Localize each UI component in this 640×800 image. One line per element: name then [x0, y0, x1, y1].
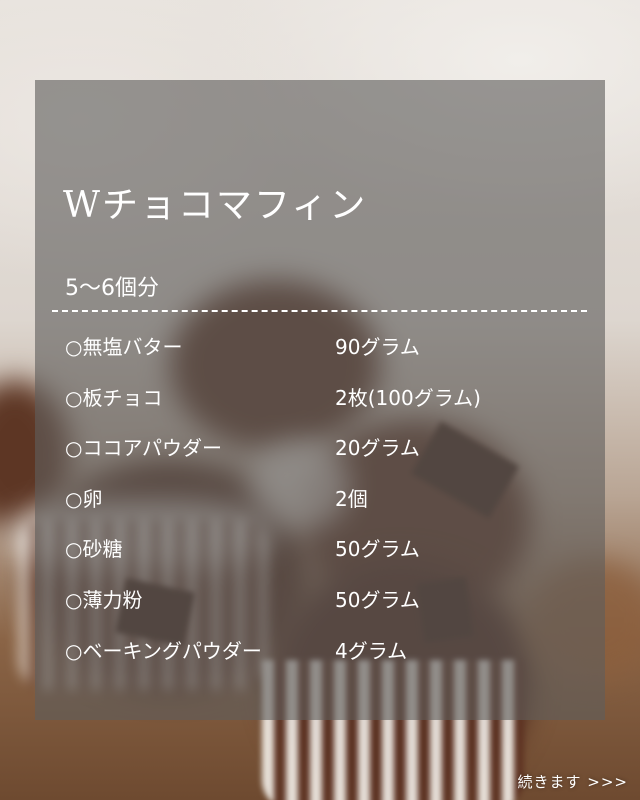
ingredient-name: ○卵 [65, 486, 103, 511]
ingredient-name: ○ココアパウダー [65, 436, 223, 461]
ingredient-name: ○砂糖 [65, 537, 123, 562]
ingredient-amount: 50グラム [335, 587, 420, 612]
ingredient-row: ○板チョコ 2枚(100グラム) [65, 382, 585, 433]
ingredient-amount: 4グラム [335, 638, 408, 663]
continue-next-page-link[interactable]: 続きます >>> [518, 771, 628, 792]
ingredient-row: ○ベーキングパウダー 4グラム [65, 635, 585, 686]
recipe-card: Wチョコマフィン 5〜6個分 ○無塩バター 90グラム ○板チョコ 2枚(100… [35, 80, 605, 720]
ingredient-amount: 2個 [335, 486, 368, 511]
ingredient-amount: 2枚(100グラム) [335, 385, 481, 410]
ingredient-row: ○無塩バター 90グラム [65, 331, 585, 382]
dashed-divider [52, 310, 587, 312]
servings-label: 5〜6個分 [65, 276, 159, 301]
ingredient-row: ○卵 2個 [65, 483, 585, 534]
ingredient-amount: 50グラム [335, 537, 420, 562]
ingredient-list: ○無塩バター 90グラム ○板チョコ 2枚(100グラム) ○ココアパウダー 2… [65, 331, 585, 685]
ingredient-name: ○薄力粉 [65, 587, 143, 612]
ingredient-row: ○砂糖 50グラム [65, 533, 585, 584]
ingredient-amount: 20グラム [335, 436, 420, 461]
ingredient-name: ○無塩バター [65, 335, 183, 359]
ingredient-name: ○板チョコ [65, 385, 163, 410]
ingredient-amount: 90グラム [335, 335, 420, 359]
ingredient-row: ○薄力粉 50グラム [65, 584, 585, 635]
ingredient-name: ○ベーキングパウダー [65, 638, 262, 663]
ingredient-row: ○ココアパウダー 20グラム [65, 432, 585, 483]
recipe-title: Wチョコマフィン [63, 185, 368, 226]
